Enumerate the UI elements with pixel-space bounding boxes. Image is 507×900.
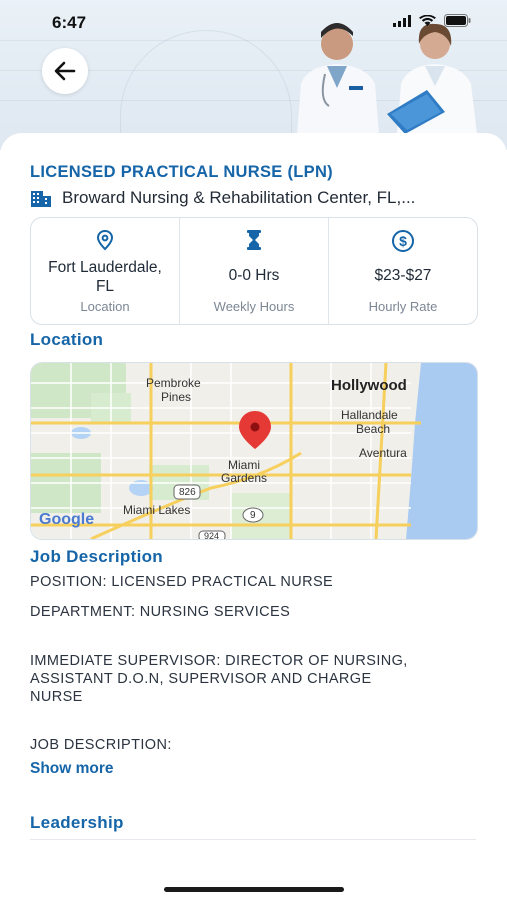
doctors-illustration (297, 23, 477, 134)
map-route-9: 9 (250, 510, 256, 521)
desc-supervisor-line3: NURSE (30, 689, 83, 705)
hourly-rate-label: Hourly Rate (368, 299, 438, 314)
desc-position: POSITION: LICENSED PRACTICAL NURSE (30, 574, 334, 590)
desc-department: DEPARTMENT: NURSING SERVICES (30, 604, 291, 620)
status-time: 6:47 (52, 13, 87, 32)
facility-name: Broward Nursing & Rehabilitation Center,… (62, 188, 416, 207)
map-route-826: 826 (179, 487, 196, 498)
location-heading: Location (30, 330, 104, 349)
info-hourly-rate: $ $23-$27 Hourly Rate (328, 218, 477, 324)
map-label-pines: Pines (161, 390, 192, 404)
map-label-hallandale: Hallandale (341, 408, 398, 422)
job-info-card: Fort Lauderdale, FL Location 0-0 Hrs Wee… (30, 217, 478, 325)
battery-icon (444, 14, 471, 27)
header-hero-image: 6:47 (0, 0, 507, 150)
job-title: LICENSED PRACTICAL NURSE (LPN) (30, 163, 333, 181)
map-label-pembroke: Pembroke (146, 376, 201, 390)
info-location: Fort Lauderdale, FL Location (31, 218, 179, 324)
map-route-924: 924 (204, 531, 220, 540)
desc-job-description-label: JOB DESCRIPTION: (30, 737, 172, 753)
location-label: Location (80, 299, 130, 314)
facility-row: Broward Nursing & Rehabilitation Center,… (30, 188, 415, 208)
wifi-icon (419, 14, 436, 26)
location-value-line1: Fort Lauderdale, (48, 259, 162, 276)
arrow-left-icon (54, 61, 76, 81)
desc-supervisor: IMMEDIATE SUPERVISOR: DIRECTOR OF NURSIN… (30, 652, 408, 706)
weekly-hours-label: Weekly Hours (213, 299, 295, 314)
map-label-hollywood: Hollywood (331, 377, 407, 394)
location-map[interactable]: Pembroke Pines Hollywood Hallandale Beac… (30, 362, 478, 540)
signal-icon (393, 14, 411, 27)
job-description-heading: Job Description (30, 547, 163, 566)
map-label-miami-lakes: Miami Lakes (123, 503, 191, 517)
building-icon (31, 191, 51, 207)
desc-supervisor-line2: ASSISTANT D.O.N, SUPERVISOR AND CHARGE (30, 671, 372, 687)
google-logo: Google (39, 511, 95, 528)
leadership-heading: Leadership (30, 813, 124, 832)
svg-text:$: $ (399, 233, 407, 249)
info-weekly-hours: 0-0 Hrs Weekly Hours (179, 218, 328, 324)
map-label-gardens: Gardens (221, 471, 268, 485)
location-value-line2: FL (95, 278, 115, 295)
desc-supervisor-line1: IMMEDIATE SUPERVISOR: DIRECTOR OF NURSIN… (30, 653, 408, 669)
dollar-circle-icon: $ (392, 230, 414, 252)
map-label-beach: Beach (356, 422, 391, 436)
show-more-button[interactable]: Show more (30, 760, 114, 778)
hourglass-icon (247, 230, 261, 250)
status-icons (393, 14, 471, 27)
back-button[interactable] (42, 48, 88, 94)
location-pin-icon (96, 229, 114, 251)
map-label-aventura: Aventura (359, 446, 407, 460)
section-divider (30, 839, 476, 840)
weekly-hours-value: 0-0 Hrs (228, 267, 280, 284)
home-indicator[interactable] (164, 887, 344, 892)
hourly-rate-value: $23-$27 (374, 267, 432, 284)
